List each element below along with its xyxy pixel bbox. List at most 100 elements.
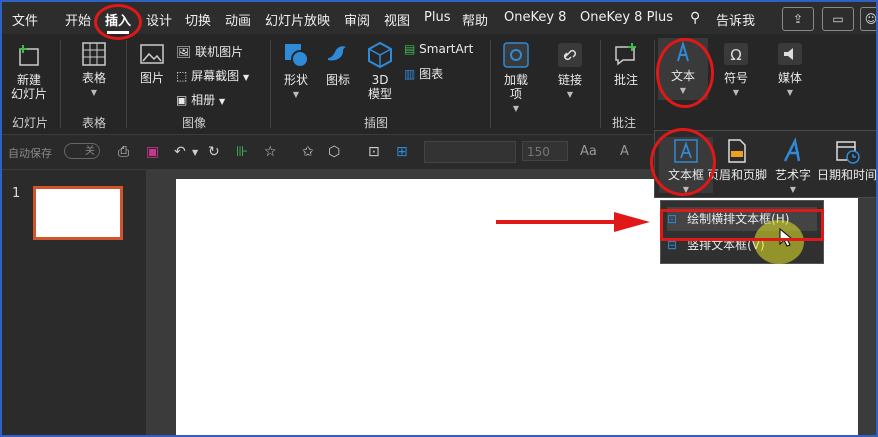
grow-font-icon[interactable]: A	[620, 144, 629, 159]
table-icon	[82, 42, 106, 66]
comments-icon[interactable]: ▭	[822, 7, 854, 31]
search-icon[interactable]: ⚲	[690, 10, 700, 26]
smartart-button[interactable]: ▤ SmartArt	[404, 42, 473, 56]
tell-me[interactable]: 告诉我	[716, 10, 755, 29]
new-slide-button[interactable]: 新建 幻灯片	[6, 40, 52, 101]
autosave-label: 自动保存	[8, 147, 52, 160]
album-icon: ▣	[176, 93, 188, 107]
online-pictures-label: 联机图片	[195, 45, 244, 59]
more-icon[interactable]: ☺	[860, 7, 876, 31]
screenshot-button[interactable]: ⬚ 屏幕截图 ▼	[176, 67, 249, 84]
group-label-images: 图像	[182, 116, 207, 130]
star-icon[interactable]: ☆	[264, 144, 277, 160]
chevron-down-icon: ▼	[292, 90, 300, 99]
tab-review[interactable]: 审阅	[344, 10, 370, 29]
online-pictures-button[interactable]: 🖼 联机图片	[176, 43, 243, 60]
shape-fill-icon[interactable]: ⬡	[328, 144, 340, 160]
tab-transitions[interactable]: 切换	[185, 10, 211, 29]
share-icon[interactable]: ⇪	[782, 7, 814, 31]
annotation-circle-insert-tab	[94, 4, 142, 40]
3d-models-button[interactable]: 3D 模型	[360, 40, 400, 101]
chart-label: 图表	[419, 67, 444, 81]
font-name-select[interactable]	[424, 141, 516, 163]
tab-plus[interactable]: Plus	[424, 10, 450, 25]
change-case-label: Aa	[580, 144, 597, 159]
chevron-down-icon[interactable]: ▼	[192, 148, 198, 157]
symbols-button[interactable]: Ω 符号 ▼	[716, 40, 756, 100]
tab-view[interactable]: 视图	[384, 10, 410, 29]
icons-label: 图标	[325, 73, 350, 87]
save-icon[interactable]: ▣	[146, 144, 159, 160]
tab-design[interactable]: 设计	[146, 10, 172, 29]
shapes-label: 形状	[283, 73, 308, 87]
chart-button[interactable]: ▥ 图表	[404, 65, 443, 82]
table-label: 表格	[81, 71, 106, 85]
tab-home[interactable]: 开始	[65, 10, 91, 29]
annotation-circle-text-button	[656, 38, 714, 108]
picture-icon	[140, 44, 164, 64]
group-label-comments: 批注	[612, 116, 637, 130]
cube-icon	[368, 41, 392, 69]
chevron-down-icon: ▼	[786, 88, 794, 97]
header-footer-label: 页眉和页脚	[706, 168, 767, 182]
smartart-label: SmartArt	[419, 42, 474, 56]
media-label: 媒体	[777, 71, 802, 85]
align-icon[interactable]: ⊪	[236, 144, 248, 160]
comment-label: 批注	[613, 73, 638, 87]
svg-text:Ω: Ω	[730, 46, 741, 64]
new-slide-label: 新建 幻灯片	[10, 73, 47, 101]
change-case-icon[interactable]: Aa	[580, 144, 597, 159]
chevron-down-icon: ▼	[90, 88, 98, 97]
3d-models-label: 3D 模型	[367, 73, 392, 101]
bird-icon	[328, 46, 346, 61]
comment-button[interactable]: 批注	[606, 40, 646, 87]
tab-slideshow[interactable]: 幻灯片放映	[265, 10, 330, 29]
chevron-down-icon: ▼	[243, 73, 250, 82]
font-size-select[interactable]: 150	[522, 141, 568, 161]
tab-onekey8[interactable]: OneKey 8	[504, 10, 566, 25]
grow-font-label: A	[620, 144, 629, 159]
icons-button[interactable]: 图标	[320, 40, 356, 87]
datetime-button[interactable]: 日期和时间	[815, 137, 877, 182]
wordart-button[interactable]: 艺术字 ▼	[773, 137, 813, 197]
group-separator	[600, 40, 601, 128]
slide-number: 1	[12, 186, 21, 201]
addins-label: 加载 项	[503, 73, 528, 101]
tab-onekey8plus[interactable]: OneKey 8 Plus	[580, 10, 673, 25]
chevron-down-icon: ▼	[512, 104, 520, 113]
save-as-icon[interactable]: ⎙	[118, 144, 129, 160]
picture-button[interactable]: 图片	[132, 42, 172, 85]
tab-file[interactable]: 文件	[12, 10, 38, 29]
album-label: 相册	[191, 93, 216, 107]
group-label-slides: 幻灯片	[12, 116, 49, 130]
star-outline-icon[interactable]: ✩	[302, 144, 314, 160]
autosave-state: 关	[85, 146, 95, 157]
group-label-tables: 表格	[82, 116, 107, 130]
chevron-down-icon: ▼	[789, 185, 797, 194]
wordart-label: 艺术字	[774, 168, 811, 182]
picture-small-icon[interactable]: ⊡	[368, 144, 380, 160]
tab-help[interactable]: 帮助	[462, 10, 488, 29]
shapes-button[interactable]: 形状 ▼	[276, 40, 316, 102]
media-button[interactable]: 媒体 ▼	[770, 40, 810, 100]
group-separator	[654, 40, 655, 128]
chart-icon: ▥	[404, 67, 416, 81]
slide-thumbnail[interactable]	[33, 186, 123, 240]
redo-icon[interactable]: ↻	[208, 144, 220, 160]
album-button[interactable]: ▣ 相册 ▼	[176, 91, 225, 108]
undo-icon[interactable]: ↶	[174, 144, 186, 160]
calendar-icon	[836, 141, 860, 164]
datetime-label: 日期和时间	[816, 168, 877, 182]
table-button[interactable]: 表格 ▼	[72, 40, 116, 100]
textbox-small-icon[interactable]: ⊞	[396, 144, 408, 160]
annotation-circle-textbox-button	[650, 128, 716, 196]
ribbon-insert: 新建 幻灯片 幻灯片 表格 ▼ 表格 图片 🖼 联机图片 ⬚ 屏幕截图 ▼ ▣ …	[2, 34, 876, 135]
group-separator	[490, 40, 491, 128]
header-footer-icon	[728, 139, 746, 163]
screenshot-icon: ⬚	[176, 69, 188, 83]
link-button[interactable]: 链接 ▼	[550, 40, 590, 102]
tab-animations[interactable]: 动画	[225, 10, 251, 29]
autosave-toggle[interactable]: 关	[64, 143, 100, 159]
addins-button[interactable]: 加载 项 ▼	[496, 40, 536, 116]
chevron-down-icon: ▼	[732, 88, 740, 97]
